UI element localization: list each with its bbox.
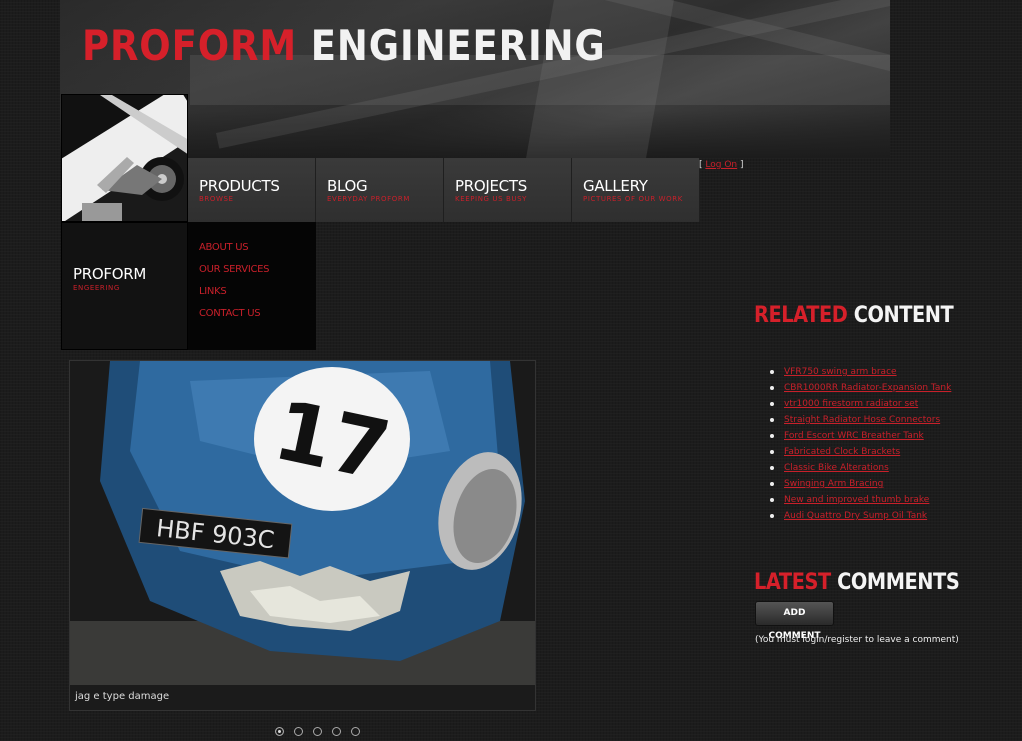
nav-sublabel: PICTURES OF OUR WORK: [583, 195, 683, 203]
brand-box[interactable]: PROFORM ENGEERING: [61, 222, 188, 350]
brand-label: PROFORM: [73, 265, 146, 283]
login-area: [ Log On ]: [699, 160, 744, 170]
slide-dot[interactable]: [294, 727, 303, 736]
related-link[interactable]: New and improved thumb brake: [784, 495, 929, 505]
related-link[interactable]: CBR1000RR Radiator-Expansion Tank: [784, 383, 951, 393]
logo-word-proform: PROFORM: [82, 21, 298, 70]
motorbike-image: [61, 94, 188, 222]
nav-sublabel: KEEPING US BUSY: [455, 195, 528, 203]
related-content-list: VFR750 swing arm brace CBR1000RR Radiato…: [770, 364, 951, 524]
nav-item-gallery[interactable]: GALLERY PICTURES OF OUR WORK: [572, 158, 700, 222]
list-item: Classic Bike Alterations: [770, 460, 951, 476]
nav-label: PROJECTS: [455, 177, 527, 195]
nav-label: PRODUCTS: [199, 177, 280, 195]
related-link[interactable]: Straight Radiator Hose Connectors: [784, 415, 940, 425]
slide-dot[interactable]: [332, 727, 341, 736]
submenu-links[interactable]: LINKS: [199, 281, 316, 303]
comment-login-note: (You must login/register to leave a comm…: [755, 635, 959, 645]
slide-image-jaguar: 17 HBF 903C: [70, 361, 535, 710]
list-item: CBR1000RR Radiator-Expansion Tank: [770, 380, 951, 396]
related-link[interactable]: Audi Quattro Dry Sump Oil Tank: [784, 511, 927, 521]
heading-word-white: CONTENT: [853, 303, 954, 328]
log-on-link[interactable]: Log On: [705, 160, 737, 170]
login-bracket-open: [: [699, 160, 703, 170]
nav-sublabel: EVERYDAY PROFORM: [327, 195, 410, 203]
slide-caption: jag e type damage: [70, 685, 535, 710]
list-item: Straight Radiator Hose Connectors: [770, 412, 951, 428]
list-item: New and improved thumb brake: [770, 492, 951, 508]
site-logo[interactable]: PROFORM ENGINEERING: [82, 22, 606, 70]
nav-label: GALLERY: [583, 177, 648, 195]
login-bracket-close: ]: [740, 160, 744, 170]
logo-word-engineering: ENGINEERING: [310, 21, 606, 70]
nav-item-blog[interactable]: BLOG EVERYDAY PROFORM: [316, 158, 444, 222]
nav-item-projects[interactable]: PROJECTS KEEPING US BUSY: [444, 158, 572, 222]
submenu-our-services[interactable]: OUR SERVICES: [199, 259, 316, 281]
heading-word-red: LATEST: [754, 570, 831, 595]
slide-dot[interactable]: [313, 727, 322, 736]
related-content-heading: RELATED CONTENT: [754, 303, 954, 328]
list-item: Swinging Arm Bracing: [770, 476, 951, 492]
slideshow[interactable]: 17 HBF 903C jag e type damage: [69, 360, 536, 711]
slide-dot[interactable]: [351, 727, 360, 736]
brand-sublabel: ENGEERING: [73, 284, 120, 292]
related-link[interactable]: vtr1000 firestorm radiator set: [784, 399, 918, 409]
list-item: Fabricated Clock Brackets: [770, 444, 951, 460]
nav-item-products[interactable]: PRODUCTS BROWSE: [188, 158, 316, 222]
related-link[interactable]: Classic Bike Alterations: [784, 463, 889, 473]
list-item: Ford Escort WRC Breather Tank: [770, 428, 951, 444]
nav-sublabel: BROWSE: [199, 195, 234, 203]
submenu-about-us[interactable]: ABOUT US: [199, 237, 316, 259]
nav-label: BLOG: [327, 177, 368, 195]
slide-pager: [275, 727, 360, 736]
motorbike-icon: [65, 95, 187, 221]
related-link[interactable]: VFR750 swing arm brace: [784, 367, 897, 377]
slide-dot[interactable]: [275, 727, 284, 736]
heading-word-red: RELATED: [754, 303, 848, 328]
sub-menu: ABOUT US OUR SERVICES LINKS CONTACT US: [188, 222, 316, 350]
add-comment-button[interactable]: ADD COMMENT: [755, 601, 834, 641]
main-nav: PRODUCTS BROWSE BLOG EVERYDAY PROFORM PR…: [188, 158, 700, 222]
list-item: vtr1000 firestorm radiator set: [770, 396, 951, 412]
related-link[interactable]: Swinging Arm Bracing: [784, 479, 883, 489]
related-link[interactable]: Fabricated Clock Brackets: [784, 447, 900, 457]
heading-word-white: COMMENTS: [837, 570, 960, 595]
list-item: VFR750 swing arm brace: [770, 364, 951, 380]
list-item: Audi Quattro Dry Sump Oil Tank: [770, 508, 951, 524]
related-link[interactable]: Ford Escort WRC Breather Tank: [784, 431, 924, 441]
submenu-contact-us[interactable]: CONTACT US: [199, 303, 316, 325]
latest-comments-heading: LATEST COMMENTS: [754, 570, 960, 595]
